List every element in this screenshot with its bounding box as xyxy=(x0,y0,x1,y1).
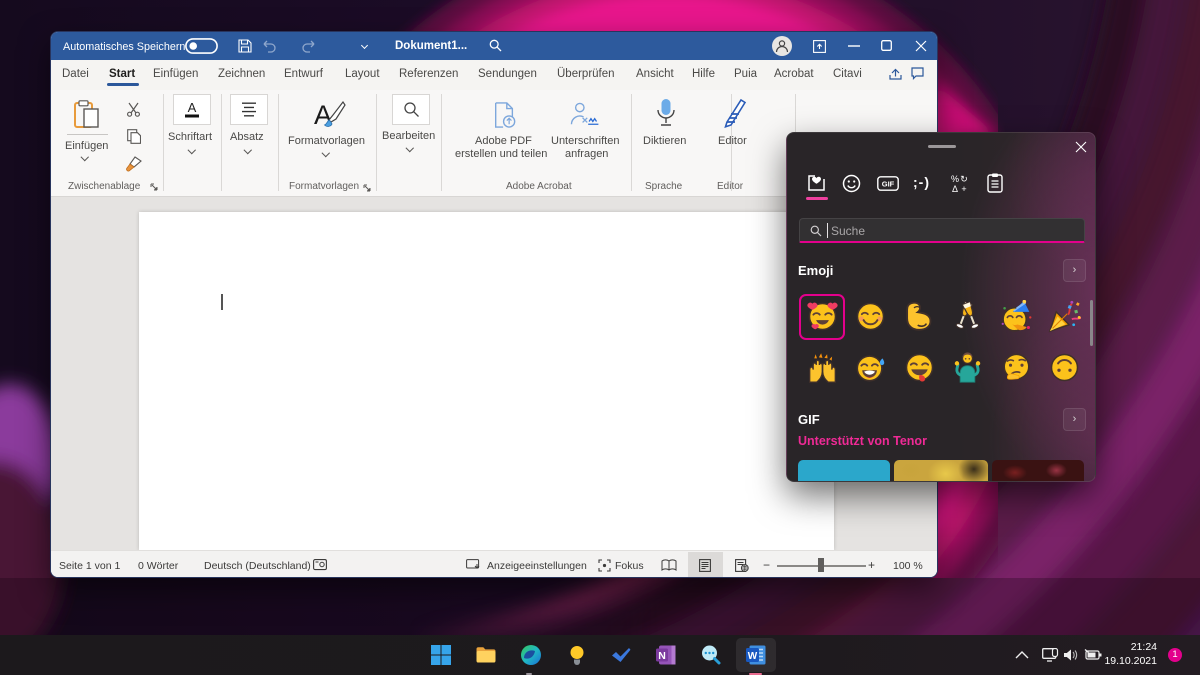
svg-text:W: W xyxy=(748,651,758,662)
svg-text:↻: ↻ xyxy=(960,174,968,184)
svg-text:%: % xyxy=(951,174,959,184)
svg-text:N: N xyxy=(658,650,666,662)
svg-text:A: A xyxy=(188,100,197,115)
svg-text:Δ: Δ xyxy=(952,184,958,193)
svg-text:+: + xyxy=(961,184,966,193)
svg-text:GIF: GIF xyxy=(882,180,895,189)
